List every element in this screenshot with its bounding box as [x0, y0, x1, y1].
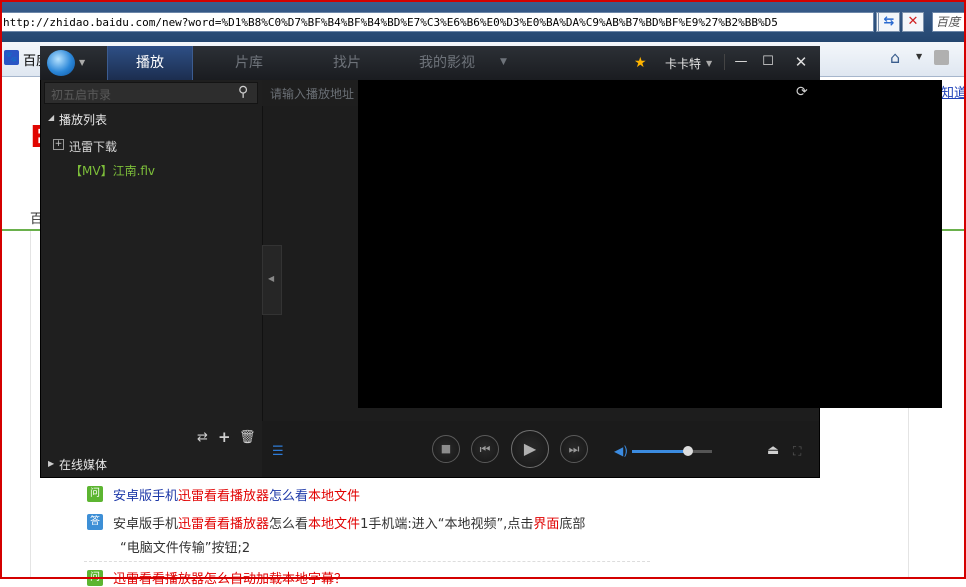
tab-find[interactable]: 找片 — [310, 46, 384, 80]
question-link[interactable]: 迅雷看看播放器怎么自动加载本地字幕？ — [113, 568, 347, 587]
eject-icon[interactable]: ⏏ — [767, 443, 779, 458]
qa-text-segment[interactable]: 迅雷看看播放器 — [178, 489, 269, 504]
folder-xunlei-download[interactable]: 迅雷下载 — [69, 138, 117, 155]
chevron-down-icon[interactable]: ▼ — [916, 52, 922, 61]
qa-text-segment[interactable]: 本地文件 — [308, 489, 360, 504]
divider — [724, 54, 725, 70]
maximize-icon[interactable]: ☐ — [760, 54, 776, 70]
question-icon: 问 — [87, 486, 103, 502]
playlist-toggle-icon[interactable]: ☰ — [272, 444, 284, 459]
star-vip-icon[interactable]: ★ — [634, 55, 647, 71]
home-icon[interactable]: ⌂ — [890, 48, 900, 67]
qa-text-segment: 安卓版手机 — [113, 517, 179, 532]
chevron-down-icon[interactable]: ▼ — [706, 59, 712, 68]
chevron-down-icon[interactable]: ▼ — [79, 58, 85, 67]
minimize-icon[interactable]: — — [733, 54, 749, 70]
reload-icon[interactable]: ⟳ — [796, 84, 808, 100]
fullscreen-icon[interactable]: ⛶ — [793, 444, 801, 459]
zhidao-link[interactable]: 知道 — [941, 82, 966, 101]
video-top-strip — [358, 80, 942, 106]
online-media[interactable]: 在线媒体 — [59, 456, 107, 473]
video-area[interactable] — [358, 106, 942, 408]
qa-text-segment[interactable]: 怎么看 — [269, 489, 308, 504]
stop-icon[interactable]: ■ — [432, 435, 460, 463]
volume-icon[interactable]: ◀) — [614, 444, 628, 458]
baidu-paw-icon: 🐾 — [4, 50, 19, 65]
question-icon: 问 — [87, 570, 103, 586]
close-icon[interactable]: ✕ — [793, 54, 809, 70]
search-icon[interactable]: ⚲ — [238, 84, 248, 100]
expand-triangle-icon[interactable]: ▶ — [48, 459, 54, 468]
rss-icon[interactable] — [934, 50, 949, 65]
content-border-left — [30, 231, 31, 579]
chevron-left-icon[interactable]: ◀ — [268, 274, 274, 283]
qa-text-segment: 界面 — [533, 517, 560, 532]
search-placeholder: 初五启市录 — [51, 88, 112, 102]
answer-text-line2: “电脑文件传输”按钮;2 — [120, 541, 251, 556]
browser-search-input[interactable]: 百度 — [932, 12, 966, 32]
refresh-button[interactable]: ⇆ — [878, 12, 900, 32]
previous-icon[interactable]: ⏮ — [471, 435, 499, 463]
qa-text-segment: 底部 — [559, 517, 586, 532]
stop-button[interactable]: ✕ — [902, 12, 924, 32]
play-icon[interactable]: ▶ — [511, 430, 549, 468]
tab-play[interactable]: 播放 — [107, 46, 193, 80]
next-icon[interactable]: ⏭ — [560, 435, 588, 463]
volume-fill — [632, 450, 688, 453]
qa-text-segment[interactable]: 怎么自动加载本地字幕？ — [204, 572, 347, 587]
list-divider — [84, 561, 650, 562]
xunlei-logo-icon[interactable] — [47, 50, 75, 76]
collapse-triangle-icon[interactable]: ◢ — [48, 113, 54, 122]
qa-text-segment: 怎么看 — [269, 517, 309, 532]
qa-text-segment: 1手机端:进入“本地视频”,点击 — [360, 517, 534, 532]
playlist-title[interactable]: 播放列表 — [59, 111, 107, 128]
volume-knob[interactable] — [683, 446, 693, 456]
answer-icon: 答 — [87, 514, 103, 530]
loop-icon[interactable]: ⇄ — [197, 430, 208, 445]
qa-text-segment: 本地文件 — [308, 517, 361, 532]
playlist-item[interactable]: 【MV】江南.flv — [70, 162, 155, 179]
qa-text-segment[interactable]: 安卓版手机 — [113, 489, 178, 504]
qa-text-segment: 迅雷看看播放器 — [178, 517, 270, 532]
username[interactable]: 卡卡特 — [665, 55, 701, 72]
address-bar[interactable]: http://zhidao.baidu.com/new?word=%D1%B8%… — [0, 12, 874, 32]
answer-text: 安卓版手机迅雷看看播放器怎么看本地文件1手机端:进入“本地视频”,点击界面底部 — [113, 513, 585, 532]
tab-library[interactable]: 片库 — [210, 46, 288, 80]
chevron-down-icon[interactable]: ▼ — [500, 57, 507, 67]
play-address-input[interactable]: 请输入播放地址 — [270, 85, 354, 102]
expand-plus-icon[interactable]: + — [53, 139, 64, 150]
delete-icon[interactable]: 🗑 — [239, 430, 256, 445]
add-icon[interactable]: + — [218, 428, 231, 446]
question-link[interactable]: 安卓版手机迅雷看看播放器怎么看本地文件 — [113, 485, 360, 504]
qa-text-segment[interactable]: 迅雷看看播放器 — [113, 572, 204, 587]
tab-my-videos[interactable]: 我的影视 — [404, 46, 490, 80]
